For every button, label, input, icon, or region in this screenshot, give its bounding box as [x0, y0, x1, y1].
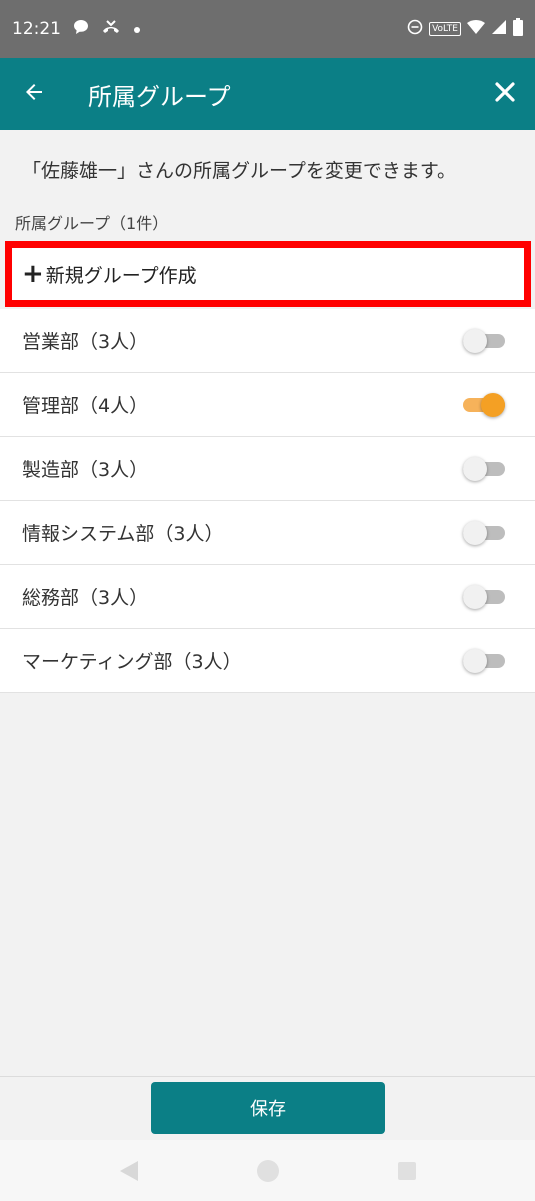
- nav-recent-icon[interactable]: [397, 1161, 416, 1180]
- page-title: 所属グループ: [88, 82, 231, 111]
- group-toggle[interactable]: [463, 328, 505, 353]
- group-label: 情報システム部（3人）: [22, 523, 224, 545]
- section-label: 所属グループ（1件）: [15, 214, 169, 233]
- group-label: 総務部（3人）: [22, 587, 149, 609]
- missed-call-icon: [101, 19, 121, 39]
- close-icon: [494, 81, 516, 107]
- group-toggle[interactable]: [463, 648, 505, 673]
- group-row: 総務部（3人）: [0, 565, 535, 629]
- group-row: 管理部（4人）: [0, 373, 535, 437]
- battery-icon: [513, 18, 523, 40]
- group-row: 営業部（3人）: [0, 309, 535, 373]
- system-nav-bar: [0, 1140, 535, 1201]
- signal-icon: [491, 19, 507, 39]
- group-row: マーケティング部（3人）: [0, 629, 535, 693]
- group-label: 営業部（3人）: [22, 331, 149, 353]
- new-group-button[interactable]: + 新規グループ作成: [5, 241, 531, 307]
- nav-back-icon[interactable]: [119, 1160, 138, 1181]
- arrow-left-icon: [22, 80, 46, 108]
- description-text: 「佐藤雄一」さんの所属グループを変更できます。: [22, 160, 456, 182]
- chat-bubble-icon: [73, 19, 89, 39]
- status-bar: 12:21 VoLTE: [0, 0, 535, 58]
- group-label: マーケティング部（3人）: [22, 651, 242, 673]
- save-button[interactable]: 保存: [151, 1082, 385, 1134]
- volte-icon: VoLTE: [429, 22, 461, 36]
- group-toggle[interactable]: [463, 392, 505, 417]
- group-row: 情報システム部（3人）: [0, 501, 535, 565]
- group-toggle[interactable]: [463, 584, 505, 609]
- new-group-label: 新規グループ作成: [45, 264, 197, 287]
- plus-icon: +: [22, 259, 44, 289]
- group-label: 製造部（3人）: [22, 459, 149, 481]
- dot-icon: [133, 20, 141, 38]
- group-toggle[interactable]: [463, 520, 505, 545]
- do-not-disturb-icon: [407, 19, 423, 39]
- wifi-icon: [467, 19, 485, 39]
- close-button[interactable]: [475, 58, 535, 130]
- group-toggle[interactable]: [463, 456, 505, 481]
- group-list: 営業部（3人） 管理部（4人） 製造部（3人） 情報システム部（3人） 総務部（…: [0, 309, 535, 693]
- group-row: 製造部（3人）: [0, 437, 535, 501]
- nav-home-icon[interactable]: [256, 1159, 279, 1182]
- group-label: 管理部（4人）: [22, 395, 149, 417]
- back-button[interactable]: [0, 58, 68, 130]
- status-time: 12:21: [12, 19, 61, 39]
- app-bar: 所属グループ: [0, 58, 535, 130]
